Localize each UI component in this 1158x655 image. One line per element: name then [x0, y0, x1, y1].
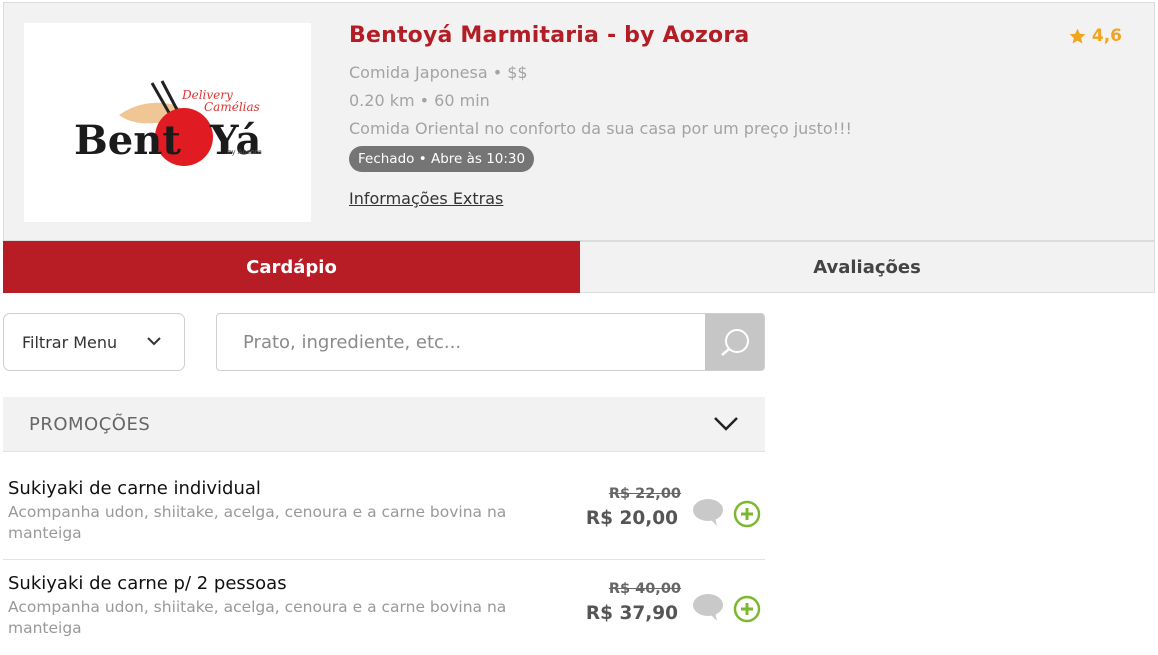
logo-main-left: Bent [74, 117, 181, 164]
store-header: Delivery Camélias Bent Yá by Aozora Bent… [3, 2, 1155, 241]
menu-item[interactable]: Sukiyaki de carne individual Acompanha u… [3, 468, 765, 560]
logo-main-right: Yá [209, 117, 261, 164]
comment-icon[interactable] [691, 498, 725, 528]
search-box [216, 313, 765, 371]
search-input[interactable] [217, 314, 705, 370]
rating-value: 4,6 [1091, 26, 1122, 46]
add-item-button[interactable] [733, 595, 761, 623]
store-rating: 4,6 [1068, 26, 1122, 46]
status-badge: Fechado • Abre às 10:30 [349, 146, 535, 172]
store-distance-time: 0.20 km • 60 min [349, 91, 490, 110]
tab-cardapio[interactable]: Cardápio [3, 241, 580, 293]
bentoya-logo: Delivery Camélias Bent Yá by Aozora [74, 80, 262, 166]
extra-info-link[interactable]: Informações Extras [349, 189, 503, 208]
store-category: Comida Japonesa • $$ [349, 63, 528, 82]
item-name: Sukiyaki de carne individual [8, 478, 261, 499]
chevron-down-icon [147, 337, 161, 346]
item-description: Acompanha udon, shiitake, acelga, cenour… [8, 503, 507, 542]
item-description: Acompanha udon, shiitake, acelga, cenour… [8, 598, 507, 637]
store-logo: Delivery Camélias Bent Yá by Aozora [24, 23, 311, 222]
star-icon [1069, 28, 1086, 44]
comment-icon[interactable] [691, 593, 725, 623]
logo-by-text: by Aozora [227, 148, 262, 156]
section-title: PROMOÇÕES [29, 414, 151, 435]
search-button[interactable] [705, 314, 764, 370]
search-icon [720, 329, 749, 356]
logo-camelias-text: Camélias [204, 100, 260, 114]
add-item-button[interactable] [733, 500, 761, 528]
section-promocoes[interactable]: PROMOÇÕES [3, 397, 765, 452]
store-description: Comida Oriental no conforto da sua casa … [349, 119, 852, 138]
item-old-price: R$ 22,00 [608, 486, 681, 502]
store-name: Bentoyá Marmitaria - by Aozora [349, 23, 750, 48]
chevron-down-icon [714, 417, 738, 431]
item-name: Sukiyaki de carne p/ 2 pessoas [8, 573, 287, 594]
item-price: R$ 20,00 [585, 508, 678, 529]
item-price: R$ 37,90 [585, 603, 678, 624]
item-old-price: R$ 40,00 [608, 581, 681, 597]
filter-menu-label: Filtrar Menu [22, 332, 118, 352]
menu-item[interactable]: Sukiyaki de carne p/ 2 pessoas Acompanha… [3, 563, 765, 655]
filter-menu-dropdown[interactable]: Filtrar Menu [3, 313, 185, 371]
tab-avaliacoes[interactable]: Avaliações [580, 241, 1155, 293]
